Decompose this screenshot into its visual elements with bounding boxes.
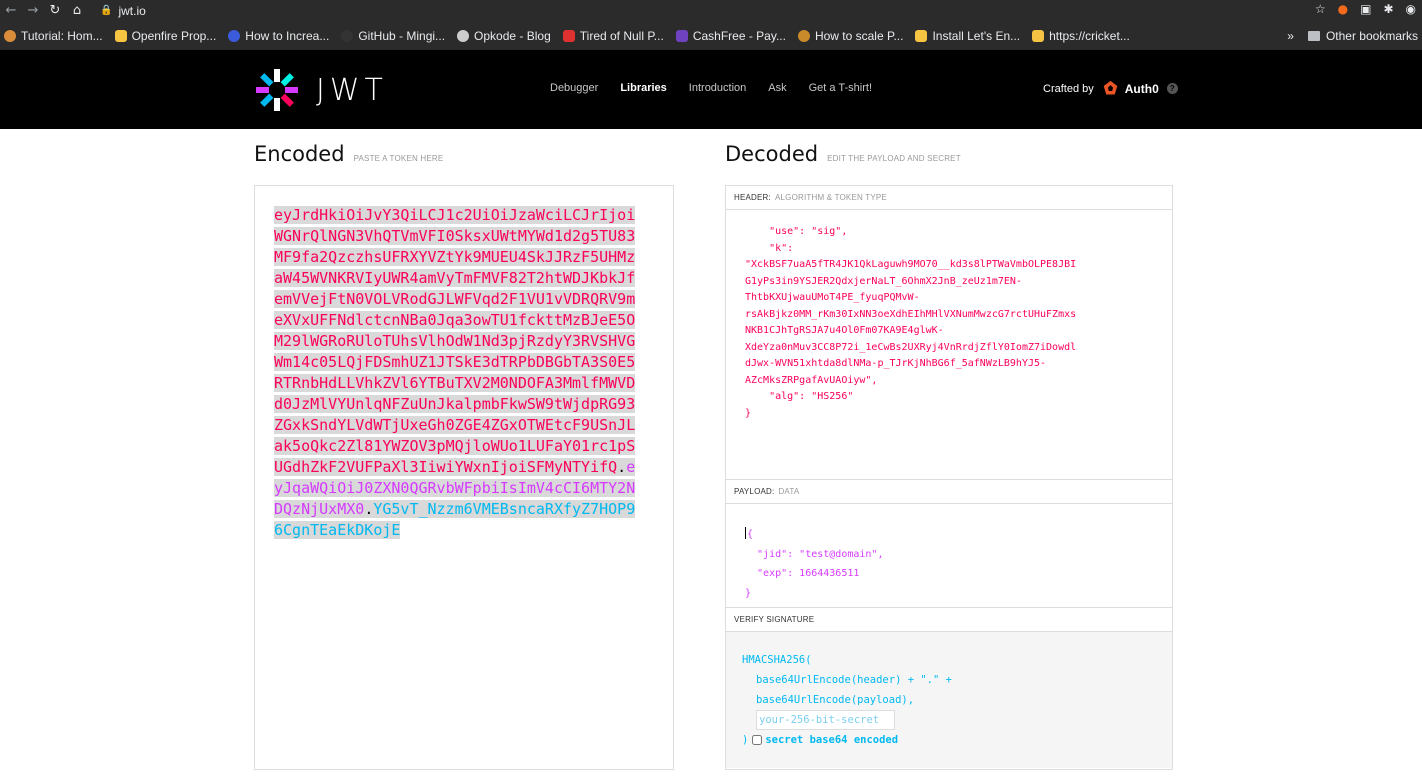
forward-icon[interactable]: → — [22, 3, 44, 18]
main-nav: Debugger Libraries Introduction Ask Get … — [550, 82, 894, 94]
reload-icon[interactable]: ↻ — [44, 3, 66, 18]
header-panel-title: HEADER: ALGORITHM & TOKEN TYPE — [726, 186, 1172, 210]
payload-panel-title: PAYLOAD: DATA — [726, 480, 1172, 504]
github-icon — [341, 29, 354, 42]
folder-icon — [1307, 30, 1320, 41]
other-bookmarks[interactable]: Other bookmarks — [1307, 29, 1418, 43]
bookmark-favicon-icon — [797, 29, 810, 42]
decoded-panel: HEADER: ALGORITHM & TOKEN TYPE "use": "s… — [725, 185, 1173, 770]
browser-toolbar: ← → ↻ ⌂ 🔒 jwt.io ☆ ● ▣ ✱ ◉ — [0, 0, 1422, 21]
encoded-title: Encoded — [254, 142, 345, 166]
bookmark-favicon-icon — [1032, 29, 1045, 42]
bookmark-item[interactable]: How to scale P... — [797, 29, 903, 43]
verify-panel-title: VERIFY SIGNATURE — [726, 608, 1172, 632]
verify-close: ) — [742, 734, 749, 746]
bookmark-item[interactable]: GitHub - Mingi... — [341, 29, 445, 43]
bookmark-favicon-icon — [228, 29, 241, 42]
encoded-heading: Encoded PASTE A TOKEN HERE — [254, 142, 443, 166]
bookmark-item[interactable]: https://cricket... — [1032, 29, 1130, 43]
home-icon[interactable]: ⌂ — [66, 3, 88, 18]
nav-debugger[interactable]: Debugger — [550, 82, 598, 94]
lock-icon: 🔒 — [100, 5, 113, 16]
text-cursor — [745, 526, 746, 539]
puzzle-icon[interactable]: ✱ — [1383, 2, 1393, 16]
logo-text: JWT — [316, 72, 388, 108]
nav-tshirt[interactable]: Get a T-shirt! — [809, 82, 872, 94]
site-header: JWT Debugger Libraries Introduction Ask … — [0, 50, 1422, 129]
extension-icon-2[interactable]: ▣ — [1360, 2, 1371, 16]
payload-json-editor[interactable]: { "jid": "test@domain", "exp": 166443651… — [726, 504, 1172, 608]
token-header-part: eyJrdHkiOiJvY3QiLCJ1c2UiOiJzaWciLCJrIjoi… — [274, 206, 636, 476]
token-separator: . — [364, 500, 374, 518]
bookmark-item[interactable]: How to Increa... — [228, 29, 329, 43]
jwt-logo-icon — [256, 69, 298, 111]
bookmark-item[interactable]: Tired of Null P... — [562, 29, 664, 43]
bookmark-item[interactable]: Tutorial: Hom... — [4, 29, 103, 43]
header-label: HEADER: — [734, 193, 771, 202]
bookmark-item[interactable]: Opkode - Blog — [457, 29, 551, 43]
bookmark-item[interactable]: Openfire Prop... — [114, 29, 216, 43]
header-json-editor[interactable]: "use": "sig", "k": "XckBSF7uaA5fTR4JK1Qk… — [726, 210, 1172, 480]
bookmark-favicon-icon — [457, 29, 470, 42]
back-icon[interactable]: ← — [0, 3, 22, 18]
header-desc: ALGORITHM & TOKEN TYPE — [774, 193, 887, 202]
secret-input[interactable] — [756, 710, 895, 730]
nav-introduction[interactable]: Introduction — [689, 82, 746, 94]
bookmarks-overflow-button[interactable]: » — [1287, 29, 1294, 43]
auth0-label: Auth0 — [1124, 81, 1159, 96]
decoded-heading: Decoded EDIT THE PAYLOAD AND SECRET — [725, 142, 961, 166]
decoded-title: Decoded — [725, 142, 819, 166]
avatar[interactable]: ◉ — [1406, 2, 1416, 16]
auth0-logo-icon — [1103, 80, 1118, 95]
payload-label: PAYLOAD: — [734, 487, 775, 496]
token-separator: . — [617, 458, 627, 476]
payload-json: { "jid": "test@domain", "exp": 166443651… — [745, 529, 884, 599]
verify-label: VERIFY SIGNATURE — [734, 615, 815, 624]
star-icon[interactable]: ☆ — [1315, 2, 1326, 16]
help-icon[interactable]: ? — [1166, 83, 1178, 94]
verify-header-line: base64UrlEncode(header) + "." + — [756, 674, 952, 686]
bookmark-favicon-icon — [114, 29, 127, 42]
encoded-token[interactable]: eyJrdHkiOiJvY3QiLCJ1c2UiOiJzaWciLCJrIjoi… — [274, 205, 643, 541]
address-bar[interactable]: 🔒 jwt.io — [100, 4, 146, 18]
extension-icon[interactable]: ● — [1338, 2, 1348, 16]
bookmark-favicon-icon — [562, 29, 575, 42]
jwt-logo[interactable]: JWT — [254, 67, 388, 113]
decoded-subtitle: EDIT THE PAYLOAD AND SECRET — [827, 154, 961, 163]
verify-signature-body: HMACSHA256( base64UrlEncode(header) + ".… — [726, 632, 1172, 768]
bookmark-favicon-icon — [915, 29, 928, 42]
verify-function: HMACSHA256( — [742, 654, 812, 666]
encoded-token-editor[interactable]: eyJrdHkiOiJvY3QiLCJ1c2UiOiJzaWciLCJrIjoi… — [254, 185, 674, 770]
verify-payload-line: base64UrlEncode(payload), — [756, 694, 915, 706]
bookmark-item[interactable]: Install Let's En... — [915, 29, 1020, 43]
secret-base64-label[interactable]: secret base64 encoded — [765, 734, 898, 746]
payload-desc: DATA — [778, 487, 800, 496]
bookmarks-bar: Tutorial: Hom... Openfire Prop... How to… — [0, 21, 1422, 50]
bookmark-favicon-icon — [675, 29, 688, 42]
bookmark-favicon-icon — [4, 29, 16, 42]
nav-ask[interactable]: Ask — [768, 82, 786, 94]
nav-libraries[interactable]: Libraries — [620, 82, 666, 94]
crafted-by-label: Crafted by — [1043, 82, 1094, 95]
encoded-subtitle: PASTE A TOKEN HERE — [353, 154, 444, 163]
url-text[interactable]: jwt.io — [118, 4, 145, 18]
crafted-by[interactable]: Crafted by Auth0 ? — [1043, 80, 1178, 97]
secret-base64-checkbox[interactable] — [752, 735, 763, 745]
bookmark-item[interactable]: CashFree - Pay... — [675, 29, 786, 43]
